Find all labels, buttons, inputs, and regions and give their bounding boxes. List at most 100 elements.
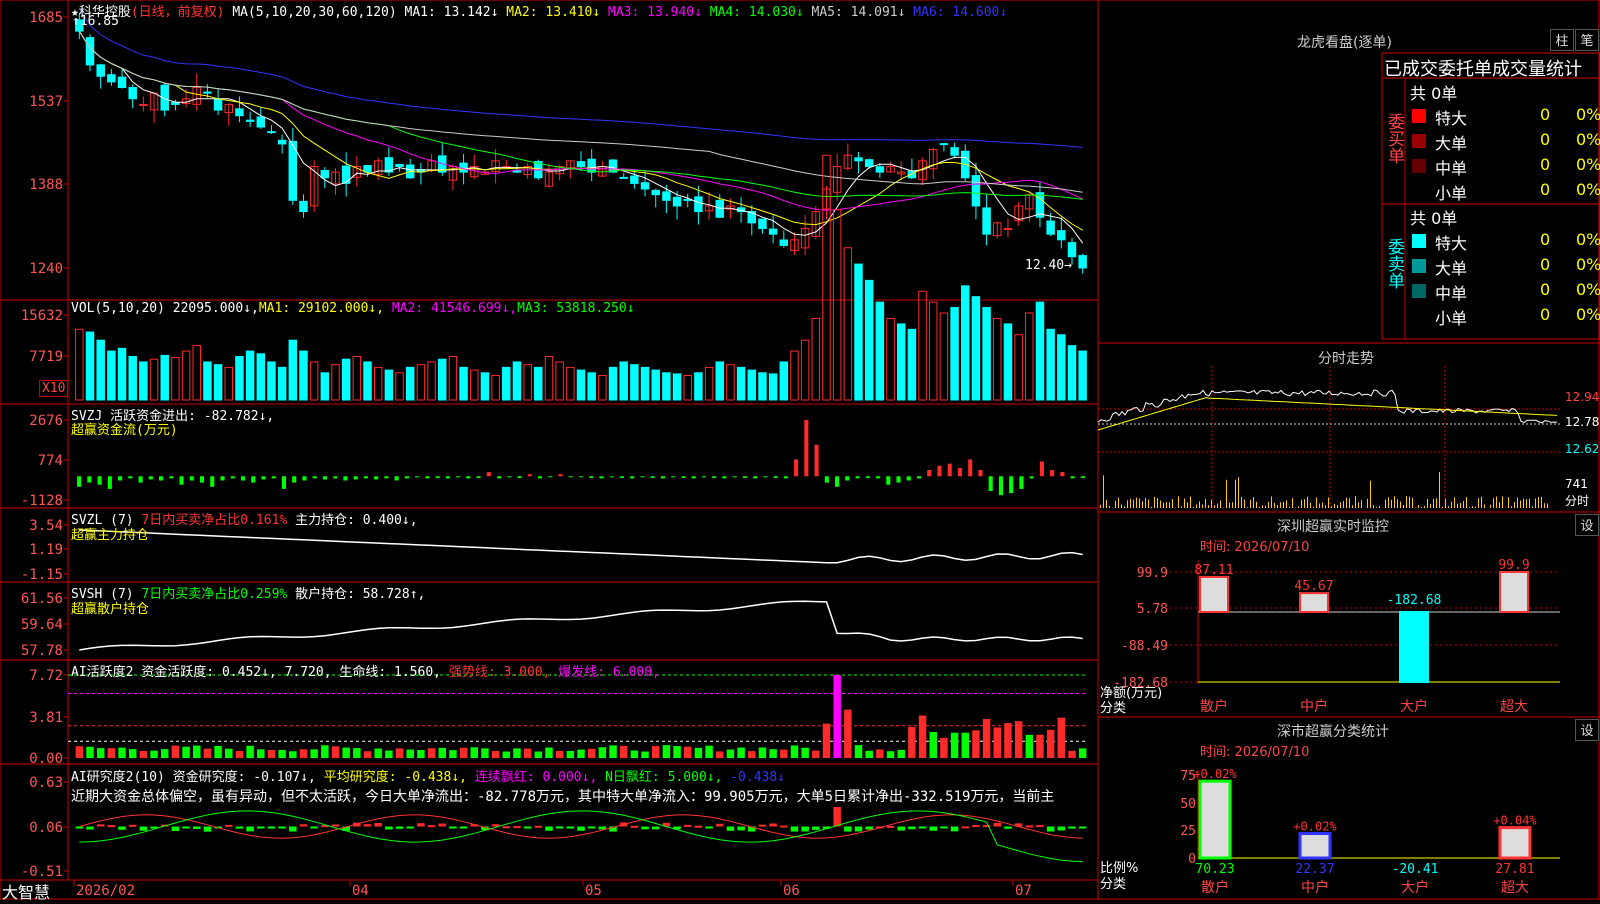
volume-bar	[908, 329, 915, 400]
candle-body	[97, 65, 104, 76]
intraday-vol-bar	[1544, 503, 1545, 508]
intraday-vol-bar	[1316, 498, 1317, 508]
volume-bar	[193, 346, 200, 400]
svzj-bar	[825, 476, 829, 482]
volume-bar	[737, 367, 744, 400]
ai-active-bar	[865, 751, 872, 758]
ai-research-bar	[524, 827, 531, 829]
candle-body	[876, 167, 883, 172]
ai-active-bar	[844, 710, 851, 758]
intraday-vol-bar	[1319, 503, 1320, 508]
sz-monitor-settings-button[interactable]: 设	[1575, 514, 1599, 536]
ai-research-bar	[801, 827, 808, 832]
volume-bar	[1015, 335, 1022, 400]
volume-bar	[321, 373, 328, 400]
y-tick-label: 0.63	[29, 775, 63, 791]
volume-bar	[310, 362, 317, 400]
intraday-vol-bar	[1406, 496, 1407, 508]
intraday-vol-bar	[1475, 507, 1476, 508]
candle-body	[972, 176, 979, 206]
svzj-bar	[200, 476, 204, 482]
sz-monitor-bar-4	[1500, 572, 1528, 612]
ai-active-bar	[1004, 723, 1011, 758]
intraday-vol-bar	[1130, 499, 1131, 508]
candle-body	[631, 176, 638, 183]
svzj-bar	[323, 476, 327, 479]
volume-bar	[1004, 324, 1011, 400]
ai-research-bar	[129, 825, 136, 827]
svzj-bar	[364, 476, 368, 478]
volume-bar	[663, 373, 670, 400]
ai-research-bar	[652, 827, 659, 830]
ai-active-bar	[748, 751, 755, 758]
sz-class-value: -20.41	[1392, 862, 1439, 877]
candle-body	[641, 183, 648, 189]
ma-line-4	[79, 31, 1082, 199]
ai-active-bar	[332, 746, 339, 758]
sz-class-ytick: 50	[1180, 797, 1196, 812]
intraday-vol-bar	[1241, 497, 1242, 508]
ai-active-bar	[620, 746, 627, 758]
intraday-vol-bar	[1391, 500, 1392, 508]
volume-bar	[545, 356, 552, 400]
svzj-bar	[917, 476, 921, 478]
candle-body	[236, 109, 243, 116]
svzj-bar	[651, 476, 655, 478]
svzj-bar	[558, 474, 562, 476]
svzj-bar	[282, 476, 286, 489]
intraday-vol-bar	[1184, 499, 1185, 508]
intraday-vol-bar	[1478, 498, 1479, 508]
vol-header: VOL(5,10,20) 22095.000↓,MA1: 29102.000↓,…	[71, 301, 635, 316]
volume-bar	[172, 358, 179, 400]
intraday-vol-bar	[1235, 480, 1236, 508]
svzj-sub: 超赢资金流(万元)	[71, 419, 178, 438]
volume-bar	[1036, 302, 1043, 400]
volume-bar	[577, 370, 584, 400]
volume-bar	[940, 313, 947, 400]
volume-bar	[748, 370, 755, 400]
order-row-pct: 0%	[1576, 305, 1600, 324]
svzj-bar	[395, 476, 399, 480]
volume-bar	[332, 365, 339, 400]
intraday-vol-bar	[1208, 505, 1209, 508]
candle-body	[663, 192, 670, 200]
intraday-vol-bar	[1247, 507, 1248, 508]
ai-active-bar	[257, 749, 264, 758]
intraday-vol-bar	[1109, 506, 1110, 508]
order-row-pct: 0%	[1576, 105, 1600, 124]
ai-active-bar	[812, 751, 819, 758]
sz-class-settings-button[interactable]: 设	[1575, 719, 1599, 741]
intraday-vol-bar	[1121, 504, 1122, 508]
ai-active-bar	[214, 746, 221, 758]
intraday-vol-bar	[1481, 497, 1482, 508]
ai-active-bar	[695, 748, 702, 758]
column-mode-button[interactable]: 柱	[1550, 29, 1574, 51]
sz-monitor-value-label: 45.67	[1294, 579, 1333, 594]
intraday-vol-bar	[1283, 502, 1284, 508]
intraday-vol-bar	[1160, 501, 1161, 508]
ai-active-bar	[129, 749, 136, 758]
y-tick-label: 774	[38, 453, 63, 469]
tick-mode-button[interactable]: 笔	[1575, 29, 1599, 51]
intraday-price-line	[1098, 390, 1557, 423]
candle-body	[716, 200, 723, 217]
volume-bar	[865, 280, 872, 400]
svzj-bar	[876, 476, 880, 478]
ai-research-bar	[428, 825, 435, 827]
svzj-bar	[886, 476, 890, 484]
sz-class-value: 22.37	[1295, 862, 1334, 877]
ai-research-bar	[737, 827, 744, 831]
ai-research-bar	[364, 824, 371, 826]
candle-body	[865, 160, 872, 167]
order-color-swatch	[1412, 134, 1426, 148]
candle-body	[673, 197, 680, 206]
ai-active-bar	[86, 747, 93, 758]
intraday-vol-bar	[1520, 500, 1521, 508]
intraday-vol-bar	[1217, 504, 1218, 508]
svzj-bar	[896, 476, 900, 482]
ai-research-bar	[812, 827, 819, 830]
intraday-vol-bar	[1220, 501, 1221, 508]
ai-research-bar	[182, 827, 189, 829]
svzj-bar	[1050, 470, 1054, 476]
ai-research-bar	[1047, 827, 1054, 832]
